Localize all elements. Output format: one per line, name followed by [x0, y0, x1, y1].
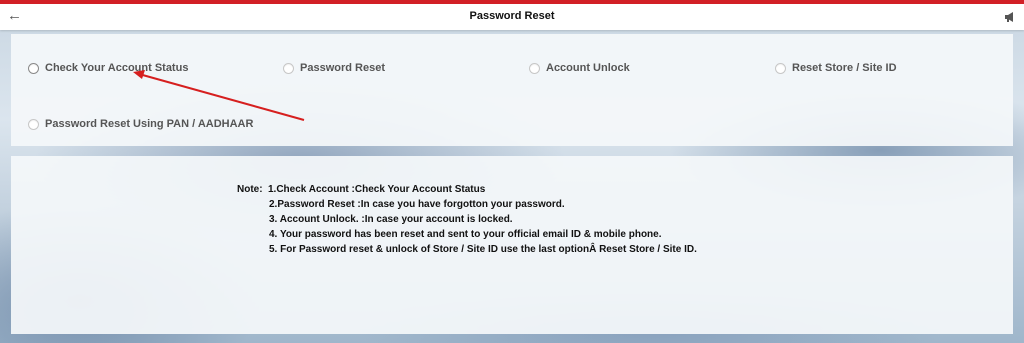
radio-button[interactable]: [529, 62, 540, 74]
note-label: Note:: [237, 184, 263, 195]
option-label: Check Your Account Status: [45, 62, 189, 74]
option-check-account-status[interactable]: Check Your Account Status: [28, 62, 188, 74]
option-reset-store-site-id[interactable]: Reset Store / Site ID: [775, 62, 897, 74]
note-line: 4. Your password has been reset and sent…: [269, 229, 662, 240]
option-password-reset[interactable]: Password Reset: [283, 62, 385, 74]
note-line: 5. For Password reset & unlock of Store …: [269, 244, 697, 255]
back-arrow-icon[interactable]: ←: [7, 8, 22, 23]
radio-button[interactable]: [775, 62, 786, 74]
header-bar: ← Password Reset: [0, 0, 1024, 30]
option-label: Password Reset Using PAN / AADHAAR: [45, 118, 254, 130]
note-line: 1.Check Account :Check Your Account Stat…: [268, 184, 486, 195]
reset-options-panel: Check Your Account Status Password Reset…: [11, 34, 1013, 146]
option-label: Reset Store / Site ID: [792, 62, 897, 74]
option-account-unlock[interactable]: Account Unlock: [529, 62, 630, 74]
page-title: Password Reset: [469, 10, 555, 22]
option-label: Password Reset: [300, 62, 385, 74]
note-panel: Note: 1.Check Account :Check Your Accoun…: [11, 156, 1013, 334]
radio-button[interactable]: [28, 118, 39, 130]
note-line: 2.Password Reset :In case you have forgo…: [269, 199, 565, 210]
radio-button[interactable]: [283, 62, 294, 74]
option-label: Account Unlock: [546, 62, 630, 74]
megaphone-icon[interactable]: [1004, 11, 1016, 23]
note-list: 1.Check Account :Check Your Account Stat…: [268, 184, 697, 259]
option-password-reset-pan-aadhaar[interactable]: Password Reset Using PAN / AADHAAR: [28, 118, 253, 130]
radio-button[interactable]: [28, 62, 39, 74]
note-line: 3. Account Unlock. :In case your account…: [269, 214, 513, 225]
